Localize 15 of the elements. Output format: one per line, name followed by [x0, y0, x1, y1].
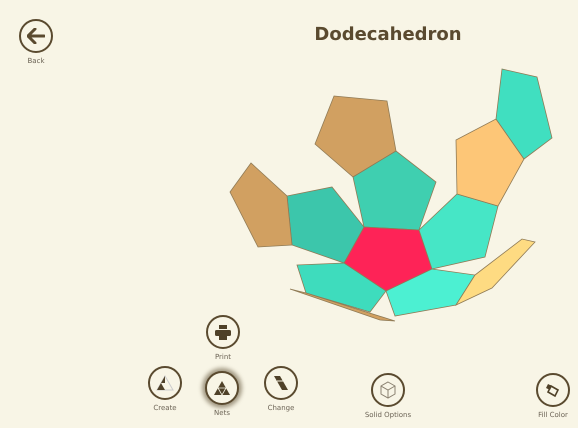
page-title: Dodecahedron: [313, 24, 463, 46]
print-button[interactable]: [206, 315, 240, 349]
solid-options-button[interactable]: [371, 373, 405, 407]
nets-button[interactable]: [205, 371, 239, 405]
triangle-icon: [156, 375, 174, 391]
change-button[interactable]: [264, 366, 298, 400]
fill-color-button[interactable]: [536, 373, 570, 407]
back-arrow-icon: [27, 28, 45, 44]
create-button[interactable]: [148, 366, 182, 400]
triangle-icon: [213, 380, 231, 396]
paint-bucket-icon: [545, 382, 561, 398]
parallelogram-icon: [272, 375, 290, 391]
cube-icon: [379, 381, 397, 399]
back-button[interactable]: [19, 19, 53, 53]
printer-icon: [215, 324, 231, 340]
